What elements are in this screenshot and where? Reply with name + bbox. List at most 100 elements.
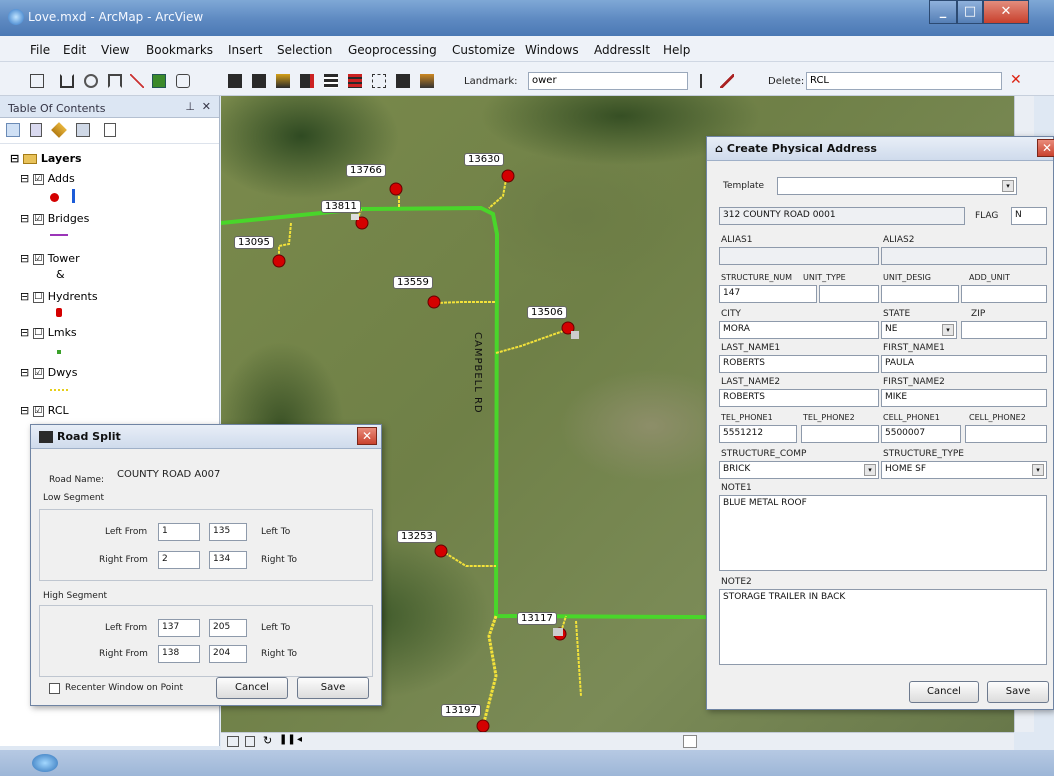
layer-checkbox[interactable]: ☑ <box>32 367 44 379</box>
menu-help[interactable]: Help <box>663 43 690 57</box>
create-address-save-button[interactable]: Save <box>987 681 1049 703</box>
tool-b-icon[interactable] <box>252 74 266 88</box>
menu-file[interactable]: File <box>30 43 50 57</box>
last-name2-field[interactable]: ROBERTS <box>719 389 879 407</box>
low-right-from-input[interactable]: 2 <box>158 551 200 569</box>
layer-checkbox[interactable]: ☑ <box>32 253 44 265</box>
tel-phone1-field[interactable]: 5551212 <box>719 425 797 443</box>
scroll-left-icon[interactable]: ◂ <box>297 734 302 745</box>
toc-layer-dwys[interactable]: ⊟ ☑ Dwys <box>20 366 77 379</box>
toc-layer-tower[interactable]: ⊟ ☑ Tower <box>20 252 80 265</box>
create-address-cancel-button[interactable]: Cancel <box>909 681 979 703</box>
toc-layers-root[interactable]: ⊟ Layers <box>10 152 82 165</box>
line-edit-icon[interactable] <box>130 74 144 88</box>
low-right-to-input[interactable]: 134 <box>209 551 247 569</box>
maximize-button[interactable]: □ <box>957 0 983 24</box>
structure-num-field[interactable]: 147 <box>719 285 817 303</box>
high-right-from-input[interactable]: 138 <box>158 645 200 663</box>
menu-customize[interactable]: Customize <box>452 43 515 57</box>
tool-d-icon[interactable] <box>300 74 314 88</box>
home-route-icon[interactable] <box>108 74 122 88</box>
menu-windows[interactable]: Windows <box>525 43 579 57</box>
menu-bookmarks[interactable]: Bookmarks <box>146 43 213 57</box>
low-left-from-input[interactable]: 1 <box>158 523 200 541</box>
find-icon[interactable] <box>84 74 98 88</box>
toc-layer-rcl[interactable]: ⊟ ☑ RCL <box>20 404 69 417</box>
menu-addressit[interactable]: AddressIt <box>594 43 650 57</box>
cell-phone1-field[interactable]: 5500007 <box>881 425 961 443</box>
toc-layer-lmks[interactable]: ⊟ ☐ Lmks <box>20 326 77 339</box>
identify-icon[interactable] <box>176 74 190 88</box>
list-by-drawing-order-icon[interactable] <box>6 123 20 137</box>
menu-insert[interactable]: Insert <box>228 43 262 57</box>
tool-g-icon[interactable] <box>372 74 386 88</box>
flag-field[interactable]: N <box>1011 207 1047 225</box>
landmark-select[interactable]: ower <box>528 72 688 90</box>
refresh-icon[interactable]: ↻ <box>263 734 272 747</box>
recenter-checkbox[interactable] <box>49 683 60 694</box>
toc-layer-bridges[interactable]: ⊟ ☑ Bridges <box>20 212 89 225</box>
delete-select[interactable]: RCL <box>806 72 1002 90</box>
data-view-icon[interactable] <box>245 736 255 747</box>
menu-edit[interactable]: Edit <box>63 43 86 57</box>
road-split-cancel-button[interactable]: Cancel <box>216 677 288 699</box>
close-icon[interactable]: ✕ <box>202 100 211 113</box>
layer-checkbox[interactable]: ☑ <box>32 213 44 225</box>
pause-icon[interactable]: ❚❚ <box>279 734 296 745</box>
flag-tool-icon[interactable] <box>700 74 714 88</box>
pin-icon[interactable]: ⊥ <box>185 100 195 113</box>
tool-a-icon[interactable] <box>228 74 242 88</box>
last-name1-field[interactable]: ROBERTS <box>719 355 879 373</box>
alias2-field[interactable] <box>881 247 1047 265</box>
tool-f-icon[interactable] <box>348 74 362 88</box>
tool-i-icon[interactable] <box>420 74 434 88</box>
layer-checkbox[interactable]: ☐ <box>32 291 44 303</box>
structure-type-select[interactable]: HOME SF ▾ <box>881 461 1047 479</box>
first-name1-field[interactable]: PAULA <box>881 355 1047 373</box>
low-left-to-input[interactable]: 135 <box>209 523 247 541</box>
layout-view-icon[interactable] <box>227 736 239 747</box>
high-right-to-input[interactable]: 204 <box>209 645 247 663</box>
road-split-save-button[interactable]: Save <box>297 677 369 699</box>
state-select[interactable]: NE ▾ <box>881 321 957 339</box>
pencil-tool-icon[interactable] <box>720 74 734 88</box>
road-split-close-button[interactable]: ✕ <box>357 427 377 445</box>
menu-geoprocessing[interactable]: Geoprocessing <box>348 43 437 57</box>
list-by-visibility-icon[interactable] <box>51 122 67 138</box>
unit-desig-field[interactable] <box>881 285 959 303</box>
start-button[interactable] <box>32 754 58 772</box>
address-field[interactable]: 312 COUNTY ROAD 0001 <box>719 207 965 225</box>
list-by-source-icon[interactable] <box>30 123 42 137</box>
tool-e-icon[interactable] <box>324 74 338 88</box>
template-select[interactable]: ▾ <box>777 177 1017 195</box>
alias1-field[interactable] <box>719 247 879 265</box>
scroll-thumb[interactable] <box>683 735 697 748</box>
cell-phone2-field[interactable] <box>965 425 1047 443</box>
tool-h-icon[interactable] <box>396 74 410 88</box>
recenter-label[interactable]: Recenter Window on Point <box>65 683 183 693</box>
zip-field[interactable] <box>961 321 1047 339</box>
add-unit-field[interactable] <box>961 285 1047 303</box>
note1-textarea[interactable]: BLUE METAL ROOF <box>719 495 1047 571</box>
layer-checkbox[interactable]: ☑ <box>32 173 44 185</box>
high-left-to-input[interactable]: 205 <box>209 619 247 637</box>
minimize-button[interactable]: _ <box>929 0 957 24</box>
map-tool-icon[interactable] <box>152 74 166 88</box>
create-address-close-button[interactable]: ✕ <box>1037 139 1054 157</box>
close-button[interactable]: ✕ <box>983 0 1029 24</box>
tool-c-icon[interactable] <box>276 74 290 88</box>
options-icon[interactable] <box>104 123 116 137</box>
home-icon[interactable] <box>60 74 74 88</box>
map-horizontal-scrollbar[interactable]: ↻ ❚❚ ◂ <box>221 732 1014 750</box>
structure-comp-select[interactable]: BRICK ▾ <box>719 461 879 479</box>
city-field[interactable]: MORA <box>719 321 879 339</box>
delete-icon[interactable]: ✕ <box>1010 73 1024 88</box>
list-by-selection-icon[interactable] <box>76 123 90 137</box>
first-name2-field[interactable]: MIKE <box>881 389 1047 407</box>
tel-phone2-field[interactable] <box>801 425 879 443</box>
menu-view[interactable]: View <box>101 43 129 57</box>
note2-textarea[interactable]: STORAGE TRAILER IN BACK <box>719 589 1047 665</box>
toc-layer-hydrents[interactable]: ⊟ ☐ Hydrents <box>20 290 98 303</box>
toc-layer-adds[interactable]: ⊟ ☑ Adds <box>20 172 75 185</box>
menu-selection[interactable]: Selection <box>277 43 332 57</box>
